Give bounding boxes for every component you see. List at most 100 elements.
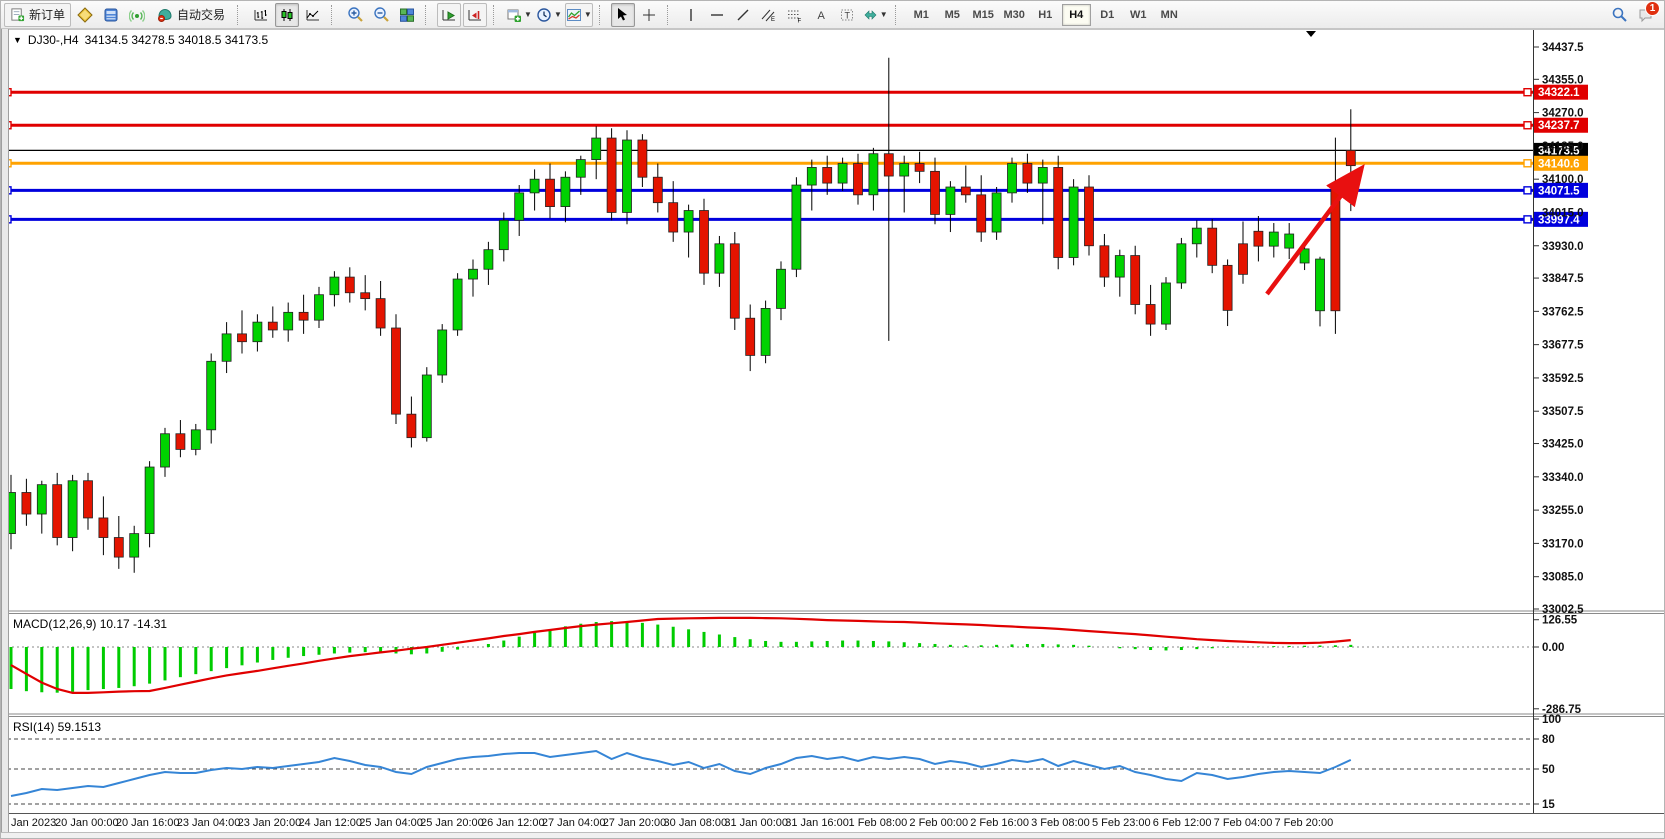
- timeframe-m1-button[interactable]: M1: [907, 4, 936, 26]
- left-splitter[interactable]: [1, 29, 9, 832]
- chevron-down-icon: ▼: [554, 10, 562, 19]
- vertical-line-tool-button[interactable]: [679, 3, 703, 27]
- date-axis-label: 25 Jan 04:00: [359, 817, 423, 829]
- date-axis-label: 23 Jan 04:00: [177, 817, 241, 829]
- data-window-button[interactable]: [99, 3, 123, 27]
- collapse-triangle-icon[interactable]: ▼: [13, 35, 22, 45]
- price-axis-tick: 33255.0: [1542, 505, 1584, 517]
- periods-button[interactable]: ▼: [535, 3, 563, 27]
- chart-shift-marker[interactable]: [1306, 31, 1316, 37]
- text-label-tool-button[interactable]: T: [835, 3, 859, 27]
- date-axis-label: 26 Jan 12:00: [481, 817, 545, 829]
- date-axis-label: 25 Jan 20:00: [420, 817, 484, 829]
- date-axis-label: 23 Jan 20:00: [238, 817, 302, 829]
- price-axis-tick: 34437.5: [1542, 42, 1584, 54]
- arrows-tool-button[interactable]: ▼: [861, 3, 889, 27]
- fibo-letter: F: [798, 18, 802, 23]
- text-tool-button[interactable]: A: [809, 3, 833, 27]
- price-axis-tick: 33425.0: [1542, 439, 1584, 451]
- price-axis-tick: 33340.0: [1542, 472, 1584, 484]
- new-chart-icon: [506, 7, 522, 23]
- price-axis-tick: 33847.5: [1542, 273, 1584, 285]
- axes-layer: [1, 30, 1665, 814]
- timeframe-h1-button[interactable]: H1: [1031, 4, 1060, 26]
- new-order-icon: [10, 7, 25, 22]
- level-price-badge: 34322.1: [1538, 87, 1580, 99]
- line-chart-button[interactable]: [301, 3, 325, 27]
- crosshair-tool-button[interactable]: [637, 3, 661, 27]
- date-axis-label: 19 Jan 2023: [1, 817, 56, 829]
- resistance-line[interactable]: 34322.1: [4, 85, 1588, 100]
- date-axis-label: 7 Feb 04:00: [1214, 817, 1273, 829]
- timeframe-m5-button[interactable]: M5: [938, 4, 967, 26]
- horizontal-line-tool-button[interactable]: [705, 3, 729, 27]
- price-axis-tick: 33677.5: [1542, 340, 1584, 352]
- new-chart-button[interactable]: ▼: [505, 3, 533, 27]
- date-axis-label: 5 Feb 23:00: [1092, 817, 1151, 829]
- date-axis-label: 24 Jan 12:00: [298, 817, 362, 829]
- indicators-button[interactable]: ▼: [565, 3, 593, 27]
- level-price-badge: 34237.7: [1538, 120, 1580, 132]
- cursor-tool-button[interactable]: [611, 3, 635, 27]
- date-axis-label: 31 Jan 00:00: [724, 817, 788, 829]
- vertical-line-icon: [683, 7, 699, 23]
- zoom-out-button[interactable]: [369, 3, 393, 27]
- timeframe-m15-button[interactable]: M15: [969, 4, 998, 26]
- timeframe-m30-button[interactable]: M30: [1000, 4, 1029, 26]
- auto-scroll-icon: [441, 7, 457, 23]
- price-axis-tick: 33930.0: [1542, 241, 1584, 253]
- price-axis-tick: 33592.5: [1542, 373, 1584, 385]
- date-axis-label: 1 Feb 08:00: [849, 817, 908, 829]
- rsi-axis-tick: 15: [1542, 799, 1555, 811]
- date-axis-label: 20 Jan 00:00: [55, 817, 119, 829]
- new-order-button[interactable]: 新订单: [4, 3, 71, 27]
- line-chart-icon: [305, 7, 321, 23]
- date-axis-label: 31 Jan 16:00: [785, 817, 849, 829]
- trendline-tool-button[interactable]: [731, 3, 755, 27]
- tile-windows-button[interactable]: [395, 3, 419, 27]
- chart-canvas[interactable]: 34322.134237.734173.534140.634071.533997…: [1, 1, 1665, 839]
- date-axis-label: 2 Feb 00:00: [909, 817, 968, 829]
- notifications-button[interactable]: 1: [1633, 3, 1657, 27]
- toolbar-separator: [599, 5, 606, 25]
- timeframe-h4-button[interactable]: H4: [1062, 4, 1091, 26]
- rsi-axis-tick: 80: [1542, 734, 1555, 746]
- channel-letter: E: [771, 17, 775, 23]
- search-icon: [1611, 6, 1628, 23]
- timeframe-d1-button[interactable]: D1: [1093, 4, 1122, 26]
- market-watch-icon: [77, 7, 93, 23]
- zoom-in-button[interactable]: [343, 3, 367, 27]
- fibonacci-icon: F: [786, 7, 803, 23]
- date-axis-label: 6 Feb 12:00: [1153, 817, 1212, 829]
- price-axis-tick: 34355.0: [1542, 74, 1584, 86]
- fibonacci-tool-button[interactable]: F: [783, 3, 807, 27]
- timeframe-mn-button[interactable]: MN: [1155, 4, 1184, 26]
- rsi-axis-tick: 50: [1542, 764, 1555, 776]
- signals-button[interactable]: [125, 3, 149, 27]
- date-axis-label: 30 Jan 08:00: [664, 817, 728, 829]
- chevron-down-icon: ▼: [880, 10, 888, 19]
- status-bar: [1, 832, 1665, 839]
- indicators-icon: [566, 7, 582, 23]
- ohlc-values-label: 34134.5 34278.5 34018.5 34173.5: [85, 33, 269, 47]
- price-axis-tick: 34185.0: [1542, 141, 1584, 153]
- candlestick-chart-button[interactable]: [275, 3, 299, 27]
- date-axis-label: 7 Feb 20:00: [1274, 817, 1333, 829]
- macd-axis-tick: 126.55: [1542, 615, 1578, 627]
- date-axis-label: 27 Jan 04:00: [542, 817, 606, 829]
- svg-text:A: A: [817, 10, 825, 22]
- toolbar-separator: [237, 5, 244, 25]
- equidistant-channel-tool-button[interactable]: E: [757, 3, 781, 27]
- search-button[interactable]: [1607, 3, 1631, 27]
- autotrading-button[interactable]: 自动交易: [151, 3, 231, 27]
- chart-shift-button[interactable]: [463, 3, 487, 27]
- macd-indicator-label: MACD(12,26,9) 10.17 -14.31: [13, 617, 167, 631]
- autotrading-icon: [157, 7, 173, 23]
- svg-text:T: T: [844, 10, 850, 20]
- rsi-indicator-label: RSI(14) 59.1513: [13, 720, 101, 734]
- market-watch-button[interactable]: [73, 3, 97, 27]
- chevron-down-icon: ▼: [524, 10, 532, 19]
- auto-scroll-button[interactable]: [437, 3, 461, 27]
- timeframe-w1-button[interactable]: W1: [1124, 4, 1153, 26]
- bar-chart-button[interactable]: [249, 3, 273, 27]
